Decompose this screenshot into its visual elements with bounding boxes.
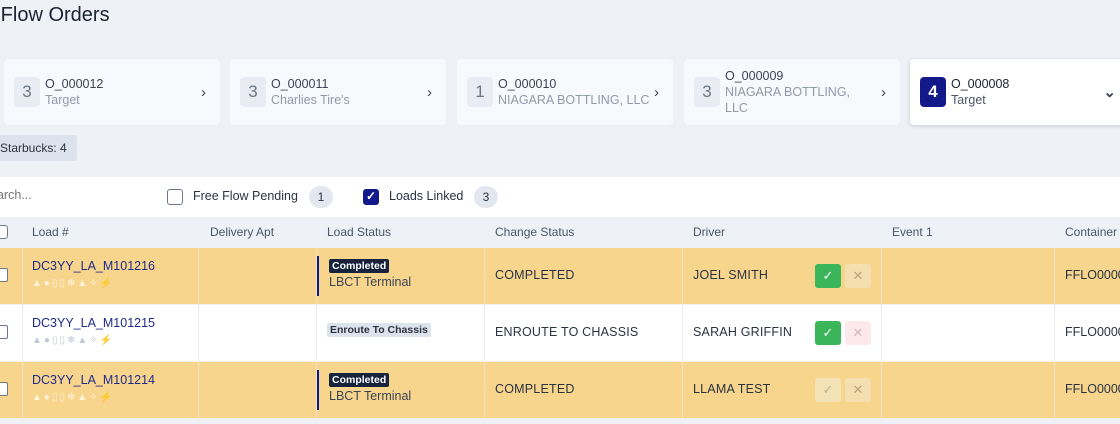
order-customer: Target [45,93,80,107]
driver-name: LLAMA TEST [693,382,771,396]
loads-linked-count: 3 [474,186,498,208]
driver-name: SARAH GRIFFIN [693,325,793,339]
order-id: O_000011 [271,77,329,91]
approve-button[interactable]: ✓ [815,264,841,288]
order-customer: Charlies Tire's [271,93,350,107]
row-checkbox[interactable] [0,382,8,396]
table-header: Load # Delivery Apt Load Status Change S… [0,217,1120,247]
free-flow-pending-checkbox[interactable] [167,189,183,205]
group-badge[interactable]: Starbucks: 4 [0,135,77,161]
select-all-checkbox[interactable] [0,225,8,239]
order-id: O_000012 [45,77,104,91]
column-load-number[interactable]: Load # [32,225,69,239]
change-status: COMPLETED [495,268,575,282]
row-checkbox[interactable] [0,268,8,282]
column-driver[interactable]: Driver [693,225,725,239]
table-row[interactable]: DC3YY_LA_M101214 ▲●▯▯❄▲✧⚡ Completed LBCT… [0,362,1120,418]
order-card-o000009[interactable]: 3 O_000009 NIAGARA BOTTLING, LLC › [684,59,900,125]
free-flow-pending-count: 1 [309,186,333,208]
loads-linked-label: Loads Linked [389,189,464,203]
order-card-o000012[interactable]: 3 O_000012 Target › [4,59,220,125]
order-count: 3 [694,77,720,107]
close-icon: ✕ [852,382,864,397]
search-input[interactable] [0,188,120,202]
load-attribute-icons: ▲●▯▯❄▲✧⚡ [32,392,115,403]
order-count: 3 [14,77,40,107]
check-icon: ✓ [822,382,834,397]
container-number: FFLO0000 [1065,268,1120,282]
order-card-o000008[interactable]: 4 O_000008 Target ⌄ [910,59,1120,125]
column-delivery-apt[interactable]: Delivery Apt [210,225,274,239]
order-count: 3 [240,77,266,107]
checkmark-icon: ✓ [365,189,377,203]
load-attribute-icons: ▲●▯▯❄▲✧⚡ [32,335,115,346]
load-status: Enroute To Chassis [317,313,431,353]
close-icon: ✕ [852,325,864,340]
check-icon: ✓ [822,325,834,340]
load-number-link[interactable]: DC3YY_LA_M101216 [32,259,155,273]
order-customer: NIAGARA BOTTLING, LLC [498,93,650,107]
chevron-right-icon: › [881,83,886,101]
load-attribute-icons: ▲●▯▯❄▲✧⚡ [32,278,115,289]
order-id: O_000008 [951,77,1010,91]
load-number-link[interactable]: DC3YY_LA_M101215 [32,316,155,330]
order-id: O_000009 [725,69,784,83]
loads-linked-checkbox[interactable]: ✓ [363,189,379,205]
driver-name: JOEL SMITH [693,268,769,282]
page-title: e Flow Orders [0,4,110,26]
chevron-right-icon: › [654,83,659,101]
column-event-1[interactable]: Event 1 [892,225,933,239]
column-container[interactable]: Container [1065,225,1117,239]
reject-button[interactable]: ✕ [845,378,871,402]
reject-button[interactable]: ✕ [845,321,871,345]
row-checkbox[interactable] [0,325,8,339]
chevron-right-icon: › [427,83,432,101]
table-row[interactable]: DC3YY_LA_M101215 ▲●▯▯❄▲✧⚡ Enroute To Cha… [0,305,1120,361]
load-number-link[interactable]: DC3YY_LA_M101214 [32,373,155,387]
check-icon: ✓ [822,268,834,283]
load-status: Completed LBCT Terminal [317,256,411,296]
load-status: Completed LBCT Terminal [317,370,411,410]
status-badge: Completed [329,373,390,387]
reject-button[interactable]: ✕ [845,264,871,288]
container-number: FFLO0000 [1065,325,1120,339]
order-card-o000011[interactable]: 3 O_000011 Charlies Tire's › [230,59,446,125]
terminal-name: LBCT Terminal [329,275,412,289]
chevron-right-icon: › [201,83,206,101]
order-count: 4 [920,77,946,107]
order-card-o000010[interactable]: 1 O_000010 NIAGARA BOTTLING, LLC › [457,59,673,125]
column-load-status[interactable]: Load Status [327,225,391,239]
filter-bar: Free Flow Pending 1 ✓ Loads Linked 3 [0,177,1120,217]
change-status: COMPLETED [495,382,575,396]
order-customer: NIAGARA BOTTLING, LLC [725,85,851,115]
status-badge: Enroute To Chassis [327,323,431,337]
order-count: 1 [467,77,493,107]
approve-button[interactable]: ✓ [815,378,841,402]
terminal-name: LBCT Terminal [329,389,412,403]
order-customer: Target [951,93,986,107]
approve-button[interactable]: ✓ [815,321,841,345]
change-status: ENROUTE TO CHASSIS [495,325,639,339]
column-change-status[interactable]: Change Status [495,225,574,239]
table-row[interactable]: DC3YY_LA_M101216 ▲●▯▯❄▲✧⚡ Completed LBCT… [0,248,1120,304]
free-flow-pending-label: Free Flow Pending [193,189,298,203]
chevron-down-icon: ⌄ [1103,84,1116,101]
order-id: O_000010 [498,77,557,91]
status-badge: Completed [329,259,390,273]
close-icon: ✕ [852,268,864,283]
container-number: FFLO0000 [1065,382,1120,396]
